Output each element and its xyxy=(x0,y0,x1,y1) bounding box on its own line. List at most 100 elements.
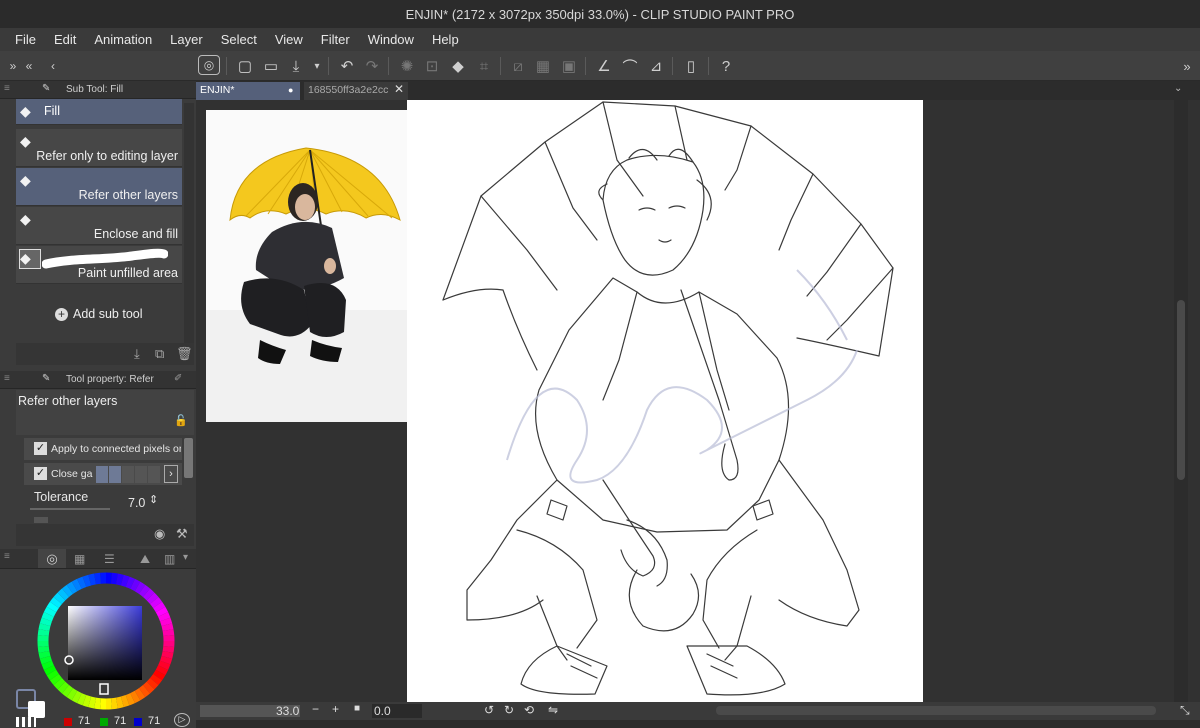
lock-icon[interactable]: 🔓 xyxy=(174,414,188,427)
back-icon[interactable]: ‹ xyxy=(42,55,64,77)
hue-segment[interactable] xyxy=(120,695,130,708)
hue-segment[interactable] xyxy=(71,690,82,704)
chevron-down-icon[interactable]: ⌄ xyxy=(1174,83,1182,94)
hue-segment[interactable] xyxy=(115,696,124,709)
hue-segment[interactable] xyxy=(41,660,54,670)
gap-level-2[interactable] xyxy=(109,466,121,483)
hue-segment[interactable] xyxy=(88,696,97,709)
hue-segment[interactable] xyxy=(161,623,174,632)
hue-segment[interactable] xyxy=(57,681,70,694)
hue-segment[interactable] xyxy=(134,581,146,594)
hue-segment[interactable] xyxy=(160,617,173,627)
deselect-icon[interactable]: ⧄ xyxy=(507,55,529,77)
hue-segment[interactable] xyxy=(125,576,135,589)
hue-segment[interactable] xyxy=(153,601,166,613)
tolerance-slider[interactable] xyxy=(30,508,110,510)
hue-segment[interactable] xyxy=(66,688,78,701)
wrench-icon[interactable]: ⚒ xyxy=(176,526,188,542)
hue-segment[interactable] xyxy=(82,574,92,587)
hue-segment[interactable] xyxy=(37,645,50,653)
gap-level-3[interactable] xyxy=(122,466,134,483)
resize-icon[interactable]: ⤡ xyxy=(1180,703,1190,718)
duplicate-icon[interactable]: ⧉ xyxy=(155,346,164,362)
drawing-canvas[interactable] xyxy=(407,100,923,702)
hue-segment[interactable] xyxy=(146,677,159,690)
flip-icon[interactable]: ⇋ xyxy=(548,703,558,717)
hue-segment[interactable] xyxy=(88,573,97,586)
tolerance-value[interactable]: 7.0 xyxy=(128,496,145,510)
hue-segment[interactable] xyxy=(38,650,51,659)
subtool-item-paint-unfilled[interactable]: ◆ Paint unfilled area xyxy=(16,246,182,284)
hue-segment[interactable] xyxy=(150,596,163,609)
hue-segment[interactable] xyxy=(150,673,163,686)
transparent-icon[interactable] xyxy=(16,717,36,727)
tab-reference[interactable]: 168550ff3a2e2cc xyxy=(304,82,408,100)
subtool-scrollbar[interactable] xyxy=(184,103,194,343)
save-icon[interactable]: ⤓ xyxy=(285,55,307,77)
menu-select[interactable]: Select xyxy=(212,28,266,51)
menu-view[interactable]: View xyxy=(266,28,312,51)
subtool-item-refer-other[interactable]: ◆ Refer other layers xyxy=(16,168,182,206)
save-dropdown-icon[interactable]: ▾ xyxy=(306,55,328,77)
blue-value[interactable]: 71 xyxy=(148,715,160,727)
trash-icon[interactable]: 🗑 xyxy=(176,346,193,362)
hue-segment[interactable] xyxy=(53,592,66,605)
hue-segment[interactable] xyxy=(153,669,166,681)
gap-level-5[interactable] xyxy=(148,466,160,483)
hue-segment[interactable] xyxy=(77,693,87,706)
hue-segment[interactable] xyxy=(61,685,74,698)
hue-segment[interactable] xyxy=(158,660,171,670)
hue-segment[interactable] xyxy=(110,697,118,710)
more-icon[interactable]: » xyxy=(1176,55,1198,77)
zoom-value[interactable]: 33.0 xyxy=(276,704,299,718)
hue-segment[interactable] xyxy=(49,596,62,609)
zoom-in-icon[interactable]: + xyxy=(332,702,339,716)
hue-segment[interactable] xyxy=(162,629,175,637)
menu-help[interactable]: Help xyxy=(423,28,468,51)
close-tab-icon[interactable]: ✕ xyxy=(394,82,404,96)
gap-level-4[interactable] xyxy=(135,466,147,483)
pen-icon[interactable]: ✐ xyxy=(174,373,182,384)
close-gap-row[interactable]: ✓ Close gap › xyxy=(24,463,182,485)
stop-icon[interactable]: ■ xyxy=(354,703,360,714)
hue-segment[interactable] xyxy=(115,573,124,586)
rotate-left-icon[interactable]: ↺ xyxy=(484,703,494,717)
green-value[interactable]: 71 xyxy=(114,715,126,727)
color-wheel-tab[interactable]: ◎ xyxy=(38,549,66,568)
rotation-field[interactable]: 0.0 xyxy=(372,704,422,718)
rotate-right-icon[interactable]: ↻ xyxy=(504,703,514,717)
clip-studio-icon[interactable]: ◎ xyxy=(198,55,220,75)
hue-segment[interactable] xyxy=(162,645,175,653)
hue-segment[interactable] xyxy=(43,606,57,617)
grid-snap-icon[interactable]: ⊿ xyxy=(645,55,667,77)
menu-filter[interactable]: Filter xyxy=(312,28,359,51)
expand-icon[interactable]: « xyxy=(18,55,40,77)
property-scrollbar[interactable] xyxy=(184,438,193,478)
redo-icon[interactable]: ↷ xyxy=(361,55,383,77)
reset-rotation-icon[interactable]: ⟲ xyxy=(524,703,534,717)
invert-selection-icon[interactable]: ▦ xyxy=(532,55,554,77)
hue-segment[interactable] xyxy=(66,581,78,594)
clear-icon[interactable]: ⊡ xyxy=(421,55,443,77)
hue-segment[interactable] xyxy=(46,669,59,681)
horizontal-scroll-thumb[interactable] xyxy=(716,706,1156,715)
menu-animation[interactable]: Animation xyxy=(85,28,161,51)
hue-segment[interactable] xyxy=(94,572,102,585)
ruler-snap-icon[interactable]: ∠ xyxy=(593,55,615,77)
hue-segment[interactable] xyxy=(155,665,169,676)
menu-file[interactable]: File xyxy=(6,28,45,51)
gap-level-1[interactable] xyxy=(96,466,108,483)
scroll-thumb[interactable] xyxy=(1177,300,1185,480)
color-set-tab[interactable]: ▦ xyxy=(74,552,85,566)
menu-layer[interactable]: Layer xyxy=(161,28,212,51)
help-icon[interactable]: ? xyxy=(715,55,737,77)
hue-segment[interactable] xyxy=(110,572,118,585)
hue-segment[interactable] xyxy=(142,588,155,601)
menu-window[interactable]: Window xyxy=(359,28,423,51)
tab-enjin[interactable]: ENJIN* ● xyxy=(196,82,300,100)
loading-icon[interactable]: ✺ xyxy=(396,55,418,77)
subtool-item-fill[interactable]: ◆ Fill xyxy=(16,99,182,125)
hue-segment[interactable] xyxy=(46,601,59,613)
menu-edit[interactable]: Edit xyxy=(45,28,85,51)
hue-segment[interactable] xyxy=(142,681,155,694)
